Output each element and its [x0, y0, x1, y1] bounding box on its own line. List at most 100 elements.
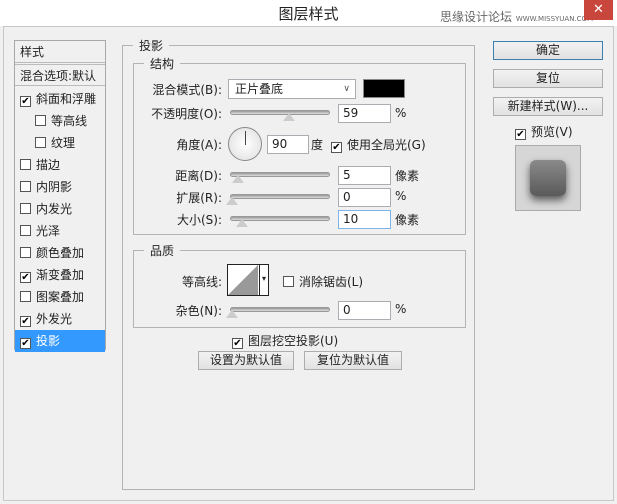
style-item[interactable]: ✔ 渐变叠加	[15, 264, 105, 286]
checkbox[interactable]: ✔	[20, 272, 31, 283]
checkbox[interactable]: ✔	[20, 96, 31, 107]
distance-unit: 像素	[395, 169, 420, 183]
blend-mode-value: 正片叠底	[235, 82, 284, 96]
style-item[interactable]: 内发光	[15, 198, 105, 220]
angle-input[interactable]: 90	[267, 135, 309, 154]
global-light-label: 使用全局光(G)	[347, 138, 426, 152]
style-preview	[515, 145, 581, 211]
anti-alias-checkbox[interactable]: 消除锯齿(L)	[283, 273, 363, 290]
structure-title: 结构	[144, 55, 181, 72]
angle-label: 角度(A):	[176, 138, 222, 152]
shadow-color-swatch[interactable]	[363, 79, 405, 98]
checkbox[interactable]	[20, 225, 31, 236]
style-item-label: 等高线	[51, 114, 88, 128]
slider-thumb[interactable]	[283, 113, 295, 121]
distance-input[interactable]: 5	[338, 166, 391, 185]
watermark-url: WWW.MISSYUAN.COM	[515, 15, 594, 23]
style-item[interactable]: ✔ 外发光	[15, 308, 105, 330]
quality-title: 品质	[144, 242, 181, 259]
slider-thumb[interactable]	[226, 197, 238, 205]
preview-swatch	[530, 160, 566, 196]
preview-label: 预览(V)	[531, 125, 573, 139]
checkbox[interactable]	[20, 203, 31, 214]
angle-dial[interactable]	[228, 127, 262, 161]
size-unit: 像素	[395, 213, 420, 227]
opacity-input[interactable]: 59	[338, 104, 391, 123]
styles-header: 样式	[15, 41, 105, 63]
checkbox[interactable]	[35, 137, 46, 148]
slider-thumb[interactable]	[236, 219, 248, 227]
style-item[interactable]: 等高线	[15, 110, 105, 132]
spread-input[interactable]: 0	[338, 188, 391, 207]
checkbox[interactable]: ✔	[20, 338, 31, 349]
opacity-slider[interactable]	[230, 110, 330, 121]
checkbox[interactable]: ✔	[331, 142, 342, 153]
blend-mode-select[interactable]: 正片叠底 ∨	[228, 79, 356, 99]
style-item[interactable]: 内阴影	[15, 176, 105, 198]
style-item[interactable]: 图案叠加	[15, 286, 105, 308]
make-default-button[interactable]: 设置为默认值	[198, 351, 294, 370]
distance-slider[interactable]	[230, 172, 330, 183]
style-item[interactable]: ✔ 投影	[15, 330, 105, 352]
style-item[interactable]: ✔ 斜面和浮雕	[15, 88, 105, 110]
size-slider[interactable]	[230, 216, 330, 227]
style-item-label: 颜色叠加	[36, 246, 85, 260]
ok-button[interactable]: 确定	[493, 41, 603, 60]
style-item-label: 外发光	[36, 312, 73, 326]
checkbox[interactable]	[20, 247, 31, 258]
global-light-checkbox[interactable]: ✔ 使用全局光(G)	[331, 136, 426, 153]
checkbox[interactable]: ✔	[232, 338, 243, 349]
blending-options[interactable]: 混合选项:默认	[15, 64, 105, 86]
style-item-label: 纹理	[51, 136, 76, 150]
contour-label: 等高线:	[181, 275, 222, 289]
new-style-button[interactable]: 新建样式(W)...	[493, 97, 603, 116]
checkbox[interactable]	[20, 181, 31, 192]
checkbox[interactable]: ✔	[20, 316, 31, 327]
style-item-label: 斜面和浮雕	[36, 92, 97, 106]
styles-list: 样式 混合选项:默认 ✔ 斜面和浮雕等高线纹理描边内阴影内发光光泽颜色叠加 ✔ 渐变叠…	[14, 40, 106, 352]
spread-label: 扩展(R):	[176, 191, 222, 205]
noise-slider[interactable]	[226, 307, 330, 318]
style-item-label: 光泽	[36, 224, 61, 238]
slider-thumb[interactable]	[226, 310, 238, 318]
spread-unit: %	[395, 189, 407, 203]
slider-thumb[interactable]	[232, 175, 244, 183]
opacity-label: 不透明度(O):	[151, 107, 222, 121]
size-label: 大小(S):	[176, 213, 222, 227]
blend-mode-label: 混合模式(B):	[152, 83, 222, 97]
noise-unit: %	[395, 302, 407, 316]
spread-slider[interactable]	[226, 194, 330, 205]
angle-unit: 度	[311, 138, 324, 152]
style-item-label: 投影	[36, 334, 61, 348]
distance-label: 距离(D):	[175, 169, 222, 183]
checkbox[interactable]	[283, 276, 294, 287]
contour-picker[interactable]: ▾	[227, 264, 269, 296]
size-input[interactable]: 10	[338, 210, 391, 229]
style-item-label: 渐变叠加	[36, 268, 85, 282]
checkbox[interactable]	[20, 159, 31, 170]
chevron-down-icon: ∨	[343, 84, 350, 94]
checkbox[interactable]	[20, 291, 31, 302]
noise-input[interactable]: 0	[338, 301, 391, 320]
style-item[interactable]: 纹理	[15, 132, 105, 154]
chevron-down-icon[interactable]: ▾	[259, 265, 268, 295]
watermark: 思缘设计论坛 WWW.MISSYUAN.COM	[440, 8, 593, 25]
style-item-label: 内发光	[36, 202, 73, 216]
style-item-label: 描边	[36, 158, 61, 172]
reset-button[interactable]: 复位	[493, 69, 603, 88]
contour-preview-icon	[228, 265, 258, 295]
reset-default-button[interactable]: 复位为默认值	[304, 351, 402, 370]
style-item[interactable]: 颜色叠加	[15, 242, 105, 264]
checkbox[interactable]: ✔	[515, 129, 526, 140]
knockout-checkbox[interactable]: ✔ 图层挖空投影(U)	[232, 332, 338, 349]
close-button[interactable]: ✕	[584, 0, 613, 20]
preview-checkbox[interactable]: ✔ 预览(V)	[515, 123, 573, 140]
knockout-label: 图层挖空投影(U)	[248, 334, 339, 348]
style-item[interactable]: 光泽	[15, 220, 105, 242]
group-title: 投影	[133, 37, 170, 54]
anti-alias-label: 消除锯齿(L)	[299, 275, 364, 289]
checkbox[interactable]	[35, 115, 46, 126]
watermark-cn: 思缘设计论坛	[440, 10, 513, 24]
style-item[interactable]: 描边	[15, 154, 105, 176]
style-item-label: 内阴影	[36, 180, 73, 194]
